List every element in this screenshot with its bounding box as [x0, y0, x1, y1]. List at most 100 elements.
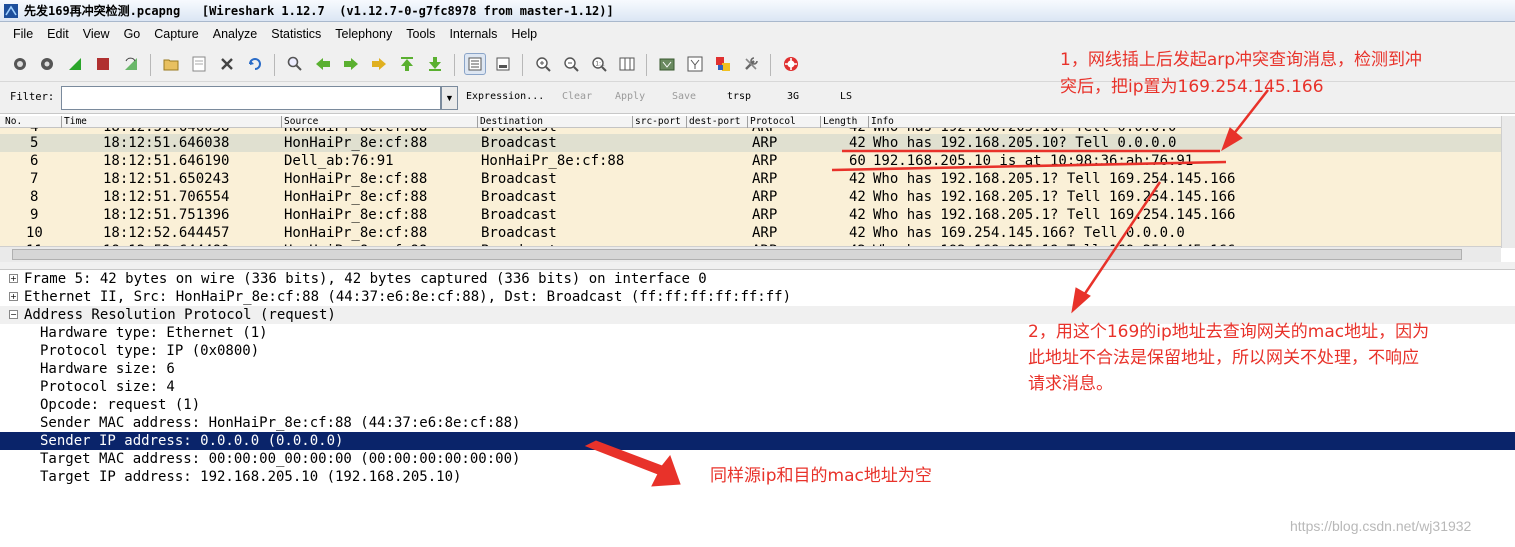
zoom-out-icon[interactable] [560, 53, 582, 75]
open-file-icon[interactable] [160, 53, 182, 75]
3g-button[interactable]: 3G [787, 91, 799, 102]
column-header-length[interactable]: Length [820, 116, 868, 128]
collapse-minus-icon[interactable]: − [9, 310, 18, 319]
start-capture-icon[interactable] [64, 53, 86, 75]
column-header-protocol[interactable]: Protocol [747, 116, 820, 128]
pane-splitter[interactable] [0, 262, 1515, 270]
cell-info: Who has 169.254.145.166? Tell 0.0.0.0 [873, 225, 1185, 241]
close-file-icon[interactable] [216, 53, 238, 75]
go-forward-icon[interactable] [340, 53, 362, 75]
arp-field[interactable]: Sender IP address: 0.0.0.0 (0.0.0.0) [0, 432, 1515, 450]
apply-button[interactable]: Apply [615, 91, 645, 102]
packet-row[interactable]: 5 18:12:51.646038 HonHaiPr_8e:cf:88 Broadca… [0, 134, 1501, 152]
cell-source: HonHaiPr_8e:cf:88 [284, 189, 428, 205]
filter-dropdown-button[interactable]: ▼ [441, 86, 458, 110]
menu-file[interactable]: File [6, 22, 40, 46]
cell-no: 8 [30, 189, 39, 205]
go-first-icon[interactable] [396, 53, 418, 75]
arp-field[interactable]: Sender MAC address: HonHaiPr_8e:cf:88 (4… [0, 414, 1515, 432]
cell-length: 42 [849, 135, 866, 151]
tree-item-label: Ethernet II, Src: HonHaiPr_8e:cf:88 (44:… [24, 289, 792, 305]
packet-row[interactable]: 6 18:12:51.646190 Dell_ab:76:91 HonHaiPr_8e… [0, 152, 1501, 170]
annotation-2-line-1: 2，用这个169的ip地址去查询网关的mac地址，因为 [1028, 322, 1430, 342]
packet-row[interactable]: 7 18:12:51.650243 HonHaiPr_8e:cf:88 Broadca… [0, 170, 1501, 188]
filter-label: Filter: [10, 91, 55, 103]
expand-plus-icon[interactable]: + [9, 292, 18, 301]
ls-button[interactable]: LS [840, 91, 852, 102]
annotation-1-line-2: 突后，把ip置为169.254.145.166 [1060, 77, 1324, 97]
arp-field[interactable]: Protocol size: 4 [0, 378, 1515, 396]
arp-field-label: Sender IP address: 0.0.0.0 (0.0.0.0) [40, 433, 344, 449]
cell-no: 5 [30, 135, 39, 151]
column-header-dest-port[interactable]: dest-port [686, 116, 747, 128]
reload-icon[interactable] [244, 53, 266, 75]
expression-button[interactable]: Expression... [466, 91, 544, 102]
menu-view[interactable]: View [76, 22, 117, 46]
menu-capture[interactable]: Capture [147, 22, 205, 46]
expand-plus-icon[interactable]: + [9, 274, 18, 283]
trsp-button[interactable]: trsp [727, 91, 751, 102]
column-header-source[interactable]: Source [281, 116, 477, 128]
save-file-icon[interactable] [188, 53, 210, 75]
arp-field-label: Hardware size: 6 [40, 361, 175, 377]
cell-destination: Broadcast [481, 225, 557, 241]
column-header-no[interactable]: No. [3, 116, 61, 128]
cell-time: 18:12:51.650243 [103, 171, 230, 187]
packet-row[interactable]: 10 18:12:52.644457 HonHaiPr_8e:cf:88 Broadc… [0, 224, 1501, 242]
wireshark-app-icon [4, 3, 18, 18]
zoom-normal-icon[interactable]: 1:1 [588, 53, 610, 75]
menu-go[interactable]: Go [117, 22, 148, 46]
column-header-info[interactable]: Info [868, 116, 1501, 128]
packet-list-vertical-scrollbar[interactable] [1501, 116, 1515, 248]
restart-capture-icon[interactable] [120, 53, 142, 75]
capture-filters-icon[interactable] [656, 53, 678, 75]
scrollbar-thumb[interactable] [12, 249, 1462, 260]
arp-field-label: Opcode: request (1) [40, 397, 201, 413]
clear-button[interactable]: Clear [562, 91, 592, 102]
menu-statistics[interactable]: Statistics [264, 22, 328, 46]
help-icon[interactable] [780, 53, 802, 75]
interfaces-icon[interactable] [9, 53, 31, 75]
colorize-icon[interactable] [464, 53, 486, 75]
column-header-time[interactable]: Time [61, 116, 281, 128]
zoom-in-icon[interactable] [532, 53, 554, 75]
capture-options-icon[interactable] [36, 53, 58, 75]
resize-columns-icon[interactable] [616, 53, 638, 75]
go-last-icon[interactable] [424, 53, 446, 75]
save-button[interactable]: Save [672, 91, 696, 102]
menu-tools[interactable]: Tools [399, 22, 442, 46]
menu-edit[interactable]: Edit [40, 22, 76, 46]
cell-info: Who has 192.168.205.1? Tell 169.254.145.… [873, 207, 1236, 223]
coloring-rules-icon[interactable] [712, 53, 734, 75]
find-packet-icon[interactable] [284, 53, 306, 75]
cell-destination: HonHaiPr_8e:cf:88 [481, 153, 625, 169]
tree-item-frame[interactable]: + Frame 5: 42 bytes on wire (336 bits), … [0, 270, 1515, 288]
menu-telephony[interactable]: Telephony [328, 22, 399, 46]
arp-field-label: Sender MAC address: HonHaiPr_8e:cf:88 (4… [40, 415, 521, 431]
display-filter-input[interactable] [61, 86, 441, 110]
stop-capture-icon[interactable] [92, 53, 114, 75]
tree-item-ethernet[interactable]: + Ethernet II, Src: HonHaiPr_8e:cf:88 (4… [0, 288, 1515, 306]
packet-row[interactable]: 9 18:12:51.751396 HonHaiPr_8e:cf:88 Broadca… [0, 206, 1501, 224]
preferences-icon[interactable] [740, 53, 762, 75]
cell-time: 18:12:51.646190 [103, 153, 230, 169]
cell-no: 6 [30, 153, 39, 169]
menu-internals[interactable]: Internals [442, 22, 504, 46]
packet-list-header: No. Time Source Destination src-port des… [0, 116, 1515, 128]
cell-destination: Broadcast [481, 189, 557, 205]
auto-scroll-icon[interactable] [492, 53, 514, 75]
column-header-src-port[interactable]: src-port [632, 116, 686, 128]
annotation-2-line-3: 请求消息。 [1028, 374, 1113, 394]
packet-row[interactable]: 8 18:12:51.706554 HonHaiPr_8e:cf:88 Broadca… [0, 188, 1501, 206]
column-header-destination[interactable]: Destination [477, 116, 632, 128]
title-bar: 先发169再冲突检测.pcapng [Wireshark 1.12.7 (v1.… [0, 0, 1515, 22]
arp-field[interactable]: Opcode: request (1) [0, 396, 1515, 414]
menu-analyze[interactable]: Analyze [206, 22, 264, 46]
go-back-icon[interactable] [312, 53, 334, 75]
cell-info: Who has 192.168.205.10? Tell 0.0.0.0 [873, 135, 1177, 151]
menu-help[interactable]: Help [504, 22, 544, 46]
packet-list-horizontal-scrollbar[interactable] [0, 246, 1501, 262]
cell-protocol: ARP [752, 171, 778, 187]
display-filters-icon[interactable] [684, 53, 706, 75]
go-to-packet-icon[interactable] [368, 53, 390, 75]
